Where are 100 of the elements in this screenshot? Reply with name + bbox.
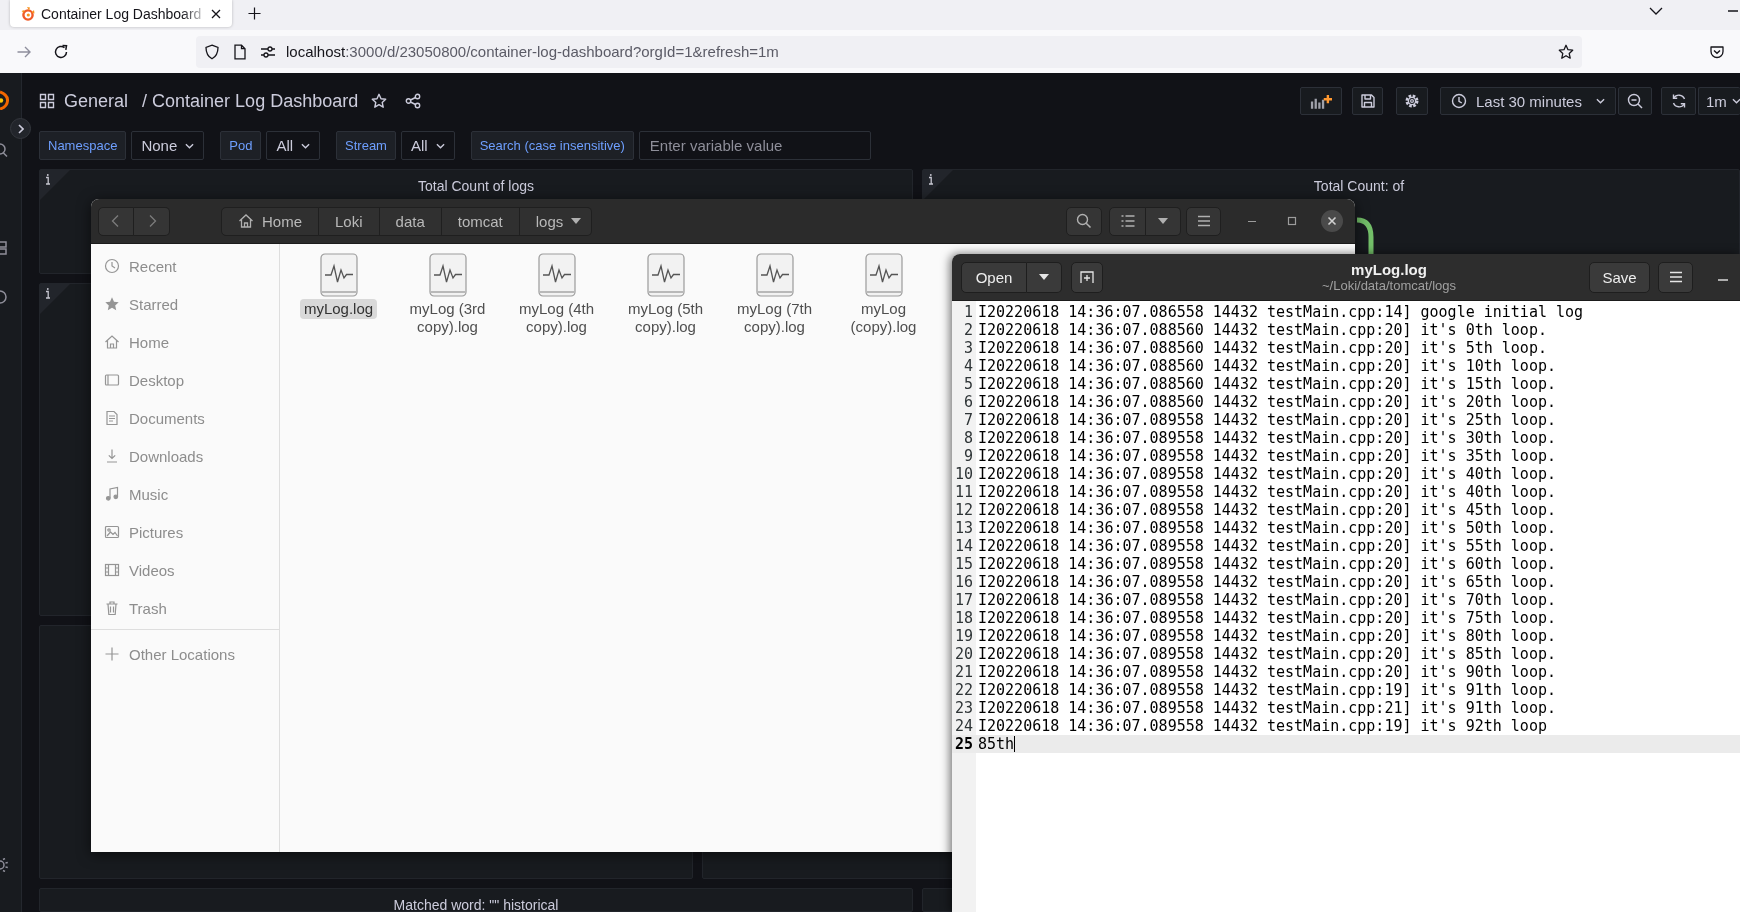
line-number: 15 [953, 555, 974, 573]
file-name[interactable]: myLog.log [299, 299, 378, 319]
code-line: I20220618 14:36:07.089558 14432 testMain.cpp:20] it's 45th loop. [977, 501, 1556, 519]
shield-icon[interactable] [204, 43, 220, 60]
variable-dropdown[interactable]: None [131, 131, 205, 160]
file-name[interactable]: myLog (copy).log [835, 299, 932, 337]
zoom-out-button[interactable] [1618, 87, 1652, 115]
time-range-picker[interactable]: Last 30 minutes [1440, 87, 1616, 115]
info-icon[interactable] [923, 170, 953, 200]
line-number: 3 [962, 339, 974, 357]
code-line: I20220618 14:36:07.089558 14432 testMain.cpp:20] it's 40th loop. [977, 483, 1556, 501]
menu-button[interactable] [1186, 206, 1221, 236]
open-menu-button[interactable] [1027, 261, 1062, 293]
line-number: 20 [953, 645, 974, 663]
file-name[interactable]: myLog (4th copy).log [508, 299, 605, 337]
clock-icon [1451, 93, 1467, 109]
search-button[interactable] [1066, 206, 1102, 236]
refresh-button[interactable] [1661, 87, 1696, 115]
code-line: 85th [977, 735, 1015, 753]
save-button[interactable]: Save [1589, 261, 1650, 293]
page-icon[interactable] [232, 43, 248, 60]
code-line: I20220618 14:36:07.089558 14432 testMain.cpp:20] it's 55th loop. [977, 537, 1556, 555]
caret-down-icon [571, 218, 582, 224]
document-icon [104, 410, 120, 426]
variable-label: Pod [220, 131, 262, 160]
file-icon[interactable] [646, 253, 685, 297]
new-tab-icon[interactable] [248, 7, 261, 20]
code-line: I20220618 14:36:07.088560 14432 testMain.cpp:20] it's 0th loop. [977, 321, 1547, 339]
add-panel-button[interactable] [1300, 87, 1342, 115]
path-segment[interactable]: data [379, 206, 442, 236]
window-subtitle: ~/Loki/data/tomcat/logs [1321, 278, 1457, 293]
home-icon [104, 334, 120, 350]
info-icon[interactable] [40, 170, 70, 200]
chevron-down-icon [185, 142, 195, 149]
address-bar[interactable]: localhost:3000/d/23050800/container-log-dashboard?orgId=1&refresh=1m [196, 35, 1582, 68]
code-line: I20220618 14:36:07.089558 14432 testMain.cpp:20] it's 90th loop. [977, 663, 1556, 681]
variable-dropdown[interactable]: All [266, 131, 321, 160]
variable-label: Search (case insensitive) [470, 131, 634, 160]
share-icon[interactable] [405, 93, 422, 109]
menu-button[interactable] [1658, 261, 1693, 293]
line-number: 12 [953, 501, 974, 519]
code-line: I20220618 14:36:07.088560 14432 testMain.cpp:20] it's 10th loop. [977, 357, 1556, 375]
refresh-interval-picker[interactable]: 1m [1698, 87, 1740, 115]
line-number: 9 [962, 447, 974, 465]
chevron-down-icon [435, 142, 445, 149]
code-line: I20220618 14:36:07.089558 14432 testMain.cpp:20] it's 70th loop. [977, 591, 1556, 609]
folder-link[interactable]: General [64, 90, 129, 112]
permissions-icon[interactable] [260, 43, 276, 60]
reload-icon[interactable] [53, 43, 69, 60]
chevron-down-icon[interactable] [1649, 7, 1663, 15]
file-name[interactable]: myLog (3rd copy).log [399, 299, 496, 337]
file-icon[interactable] [864, 253, 903, 297]
info-icon[interactable] [40, 284, 70, 314]
gear-icon[interactable] [0, 858, 8, 872]
browser-tab[interactable]: Container Log Dashboard [10, 0, 232, 27]
path-segment[interactable]: Home [221, 206, 319, 236]
chevron-down-icon [301, 142, 311, 149]
ring-icon[interactable] [0, 290, 7, 304]
dashboard-settings-button[interactable] [1396, 87, 1428, 115]
close-icon[interactable] [1321, 210, 1343, 232]
line-number: 23 [953, 699, 974, 717]
open-button[interactable]: Open [961, 261, 1027, 293]
new-tab-button[interactable] [1071, 261, 1103, 293]
settings-icon [1404, 93, 1420, 109]
file-icon[interactable] [537, 253, 576, 297]
path-segment[interactable]: logs [519, 206, 593, 236]
pocket-icon[interactable] [1709, 43, 1725, 60]
path-segment[interactable]: Loki [319, 206, 380, 236]
line-number: 2 [962, 321, 974, 339]
line-number: 10 [953, 465, 974, 483]
save-dashboard-button[interactable] [1352, 87, 1383, 115]
search-icon[interactable] [0, 143, 8, 157]
star-icon[interactable] [371, 93, 388, 109]
window-title: myLog.log [1351, 261, 1427, 278]
close-icon[interactable] [211, 8, 221, 19]
file-name[interactable]: myLog (7th copy).log [726, 299, 823, 337]
line-number: 8 [962, 429, 974, 447]
variable-input[interactable]: Enter variable value [638, 131, 871, 160]
file-icon[interactable] [428, 253, 467, 297]
panel-title: Matched word: "" historical [393, 897, 559, 912]
logo-icon[interactable] [0, 90, 9, 110]
code-line: I20220618 14:36:07.088560 14432 testMain.cpp:20] it's 20th loop. [977, 393, 1556, 411]
list-icon [1119, 213, 1136, 229]
bookmark-star-icon[interactable] [1558, 43, 1574, 60]
maximize-icon[interactable] [1286, 215, 1298, 227]
variable-label: Namespace [39, 131, 127, 160]
file-icon[interactable] [319, 253, 358, 297]
code-line: I20220618 14:36:07.089558 14432 testMain.cpp:19] it's 91th loop. [977, 681, 1556, 699]
grid-icon[interactable] [0, 241, 7, 255]
file-name[interactable]: myLog (5th copy).log [617, 299, 714, 337]
view-options-button[interactable] [1146, 206, 1181, 236]
variable-dropdown[interactable]: All [400, 131, 455, 160]
code-line: I20220618 14:36:07.089558 14432 testMain.cpp:20] it's 85th loop. [977, 645, 1556, 663]
image-icon [104, 524, 120, 540]
list-view-button[interactable] [1109, 206, 1146, 236]
line-number: 17 [953, 591, 974, 609]
url-text[interactable]: localhost:3000/d/23050800/container-log-dashboard?orgId=1&refresh=1m [286, 43, 779, 60]
file-icon[interactable] [755, 253, 794, 297]
path-segment[interactable]: tomcat [441, 206, 520, 236]
line-number: 7 [962, 411, 974, 429]
